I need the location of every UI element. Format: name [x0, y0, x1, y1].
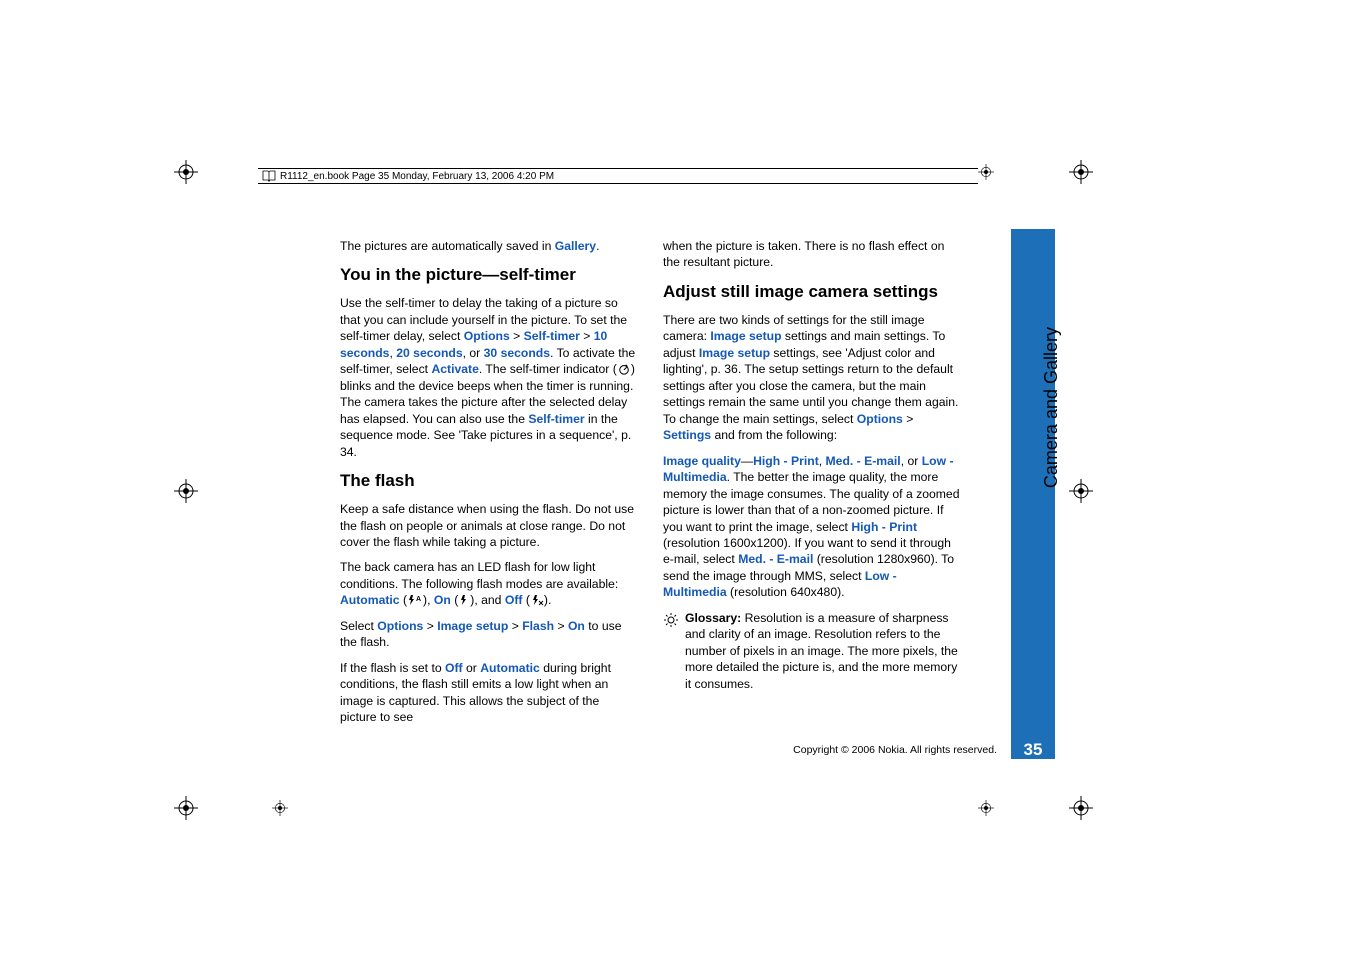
heading-self-timer: You in the picture—self-timer — [340, 264, 637, 287]
flash-auto-icon: A — [407, 594, 423, 606]
link-gallery: Gallery — [555, 239, 596, 253]
reg-mark-icon — [1069, 479, 1093, 503]
page-number: 35 — [1011, 740, 1055, 759]
paragraph: If the flash is set to Off or Automatic … — [340, 660, 637, 726]
flash-off-icon — [530, 594, 544, 606]
content-area: The pictures are automatically saved in … — [340, 238, 980, 735]
timer-icon — [617, 363, 631, 375]
tip-icon — [663, 610, 681, 692]
flash-on-icon — [458, 594, 470, 606]
reg-mark-small-icon — [272, 800, 288, 816]
paragraph: Select Options > Image setup > Flash > O… — [340, 618, 637, 651]
reg-mark-icon — [174, 160, 198, 184]
book-icon — [262, 170, 276, 182]
paragraph: Use the self-timer to delay the taking o… — [340, 295, 637, 460]
side-tab — [1011, 229, 1055, 759]
right-column: when the picture is taken. There is no f… — [663, 238, 960, 735]
copyright-text: Copyright © 2006 Nokia. All rights reser… — [793, 744, 997, 756]
heading-flash: The flash — [340, 470, 637, 493]
heading-adjust-settings: Adjust still image camera settings — [663, 281, 960, 304]
side-tab-label: Camera and Gallery — [1041, 327, 1062, 488]
paragraph: when the picture is taken. There is no f… — [663, 238, 960, 271]
reg-mark-icon — [174, 796, 198, 820]
glossary-text: Glossary: Resolution is a measure of sha… — [685, 610, 960, 692]
paragraph: The back camera has an LED flash for low… — [340, 559, 637, 608]
paragraph: Image quality—High - Print, Med. - E-mai… — [663, 453, 960, 601]
glossary-block: Glossary: Resolution is a measure of sha… — [663, 610, 960, 692]
header-text: R1112_en.book Page 35 Monday, February 1… — [280, 171, 554, 182]
paragraph: The pictures are automatically saved in … — [340, 238, 637, 254]
reg-mark-small-icon — [978, 800, 994, 816]
svg-text:A: A — [416, 596, 421, 603]
reg-mark-icon — [1069, 160, 1093, 184]
reg-mark-icon — [174, 479, 198, 503]
reg-mark-icon — [1069, 796, 1093, 820]
left-column: The pictures are automatically saved in … — [340, 238, 637, 735]
page-header-line: R1112_en.book Page 35 Monday, February 1… — [258, 168, 978, 184]
reg-mark-small-icon — [978, 164, 994, 180]
paragraph: There are two kinds of settings for the … — [663, 312, 960, 444]
paragraph: Keep a safe distance when using the flas… — [340, 501, 637, 550]
